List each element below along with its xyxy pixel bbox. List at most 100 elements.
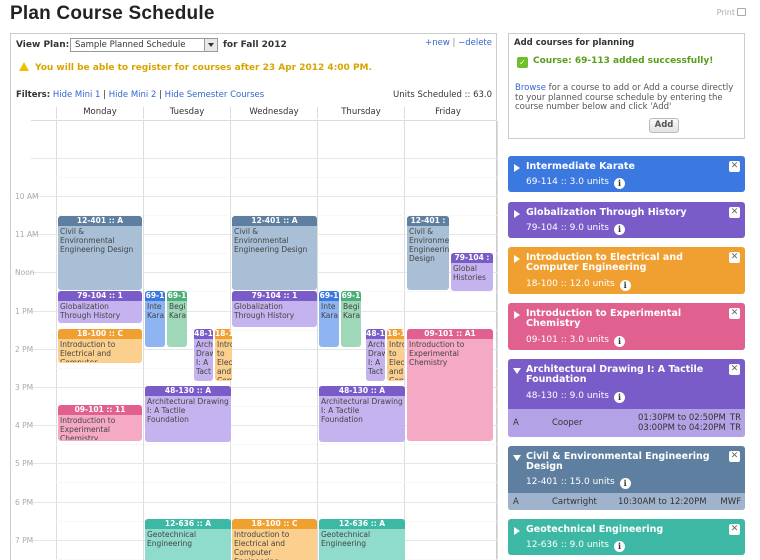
event-course-title: Inte Kara <box>321 302 339 320</box>
close-icon[interactable]: ✕ <box>729 207 740 218</box>
print-link[interactable]: Print <box>717 8 746 17</box>
close-icon[interactable]: ✕ <box>729 524 740 535</box>
course-card-79-104[interactable]: Globalization Through History 79-104 :: … <box>508 202 745 238</box>
add-button[interactable]: Add <box>649 118 679 133</box>
course-card-69-114[interactable]: Intermediate Karate 69-114 :: 3.0 units i… <box>508 156 745 192</box>
calendar-event[interactable]: 69-1 Inte Kara <box>319 291 339 347</box>
browse-link[interactable]: Browse <box>515 83 546 93</box>
close-icon[interactable]: ✕ <box>729 451 740 462</box>
calendar-event[interactable]: 18-100 :: C Introduction to Electrical an… <box>58 329 142 363</box>
hour-line <box>31 196 497 197</box>
filter-hide-mini2[interactable]: Hide Mini 2 <box>109 90 157 100</box>
calendar-event[interactable]: 69-1 Begi Kara <box>167 291 187 347</box>
hour-label: 6 PM <box>15 498 34 507</box>
calendar-event[interactable]: 79-104 : Global Histories <box>451 253 493 291</box>
course-card-48-130[interactable]: Architectural Drawing I: A Tactile Found… <box>508 359 745 437</box>
expand-icon[interactable] <box>514 527 520 535</box>
expand-icon[interactable] <box>514 255 520 263</box>
new-plan-link[interactable]: +new <box>425 38 450 48</box>
collapse-icon[interactable] <box>513 368 521 374</box>
collapse-icon[interactable] <box>513 455 521 461</box>
filter-hide-semester[interactable]: Hide Semester Courses <box>165 90 265 100</box>
info-icon[interactable]: i <box>619 478 631 489</box>
calendar-event[interactable]: 18-1Intro to Elec and Com <box>215 329 232 381</box>
calendar-event[interactable]: 48-1 Arch Draw I: A Tact <box>194 329 213 381</box>
calendar-event[interactable]: 79-104 :: 1 Globalization Through History <box>58 291 142 323</box>
delete-plan-link[interactable]: −delete <box>458 38 492 48</box>
course-card-12-636[interactable]: Geotechnical Engineering 12-636 :: 9.0 u… <box>508 519 745 555</box>
section-letter: A <box>513 418 519 428</box>
schedule-panel: View Plan: Sample Planned Schedule for F… <box>10 33 498 560</box>
calendar-event[interactable]: 48-130 :: A Architectural Drawing I: A Ta… <box>319 386 405 442</box>
expand-icon[interactable] <box>514 311 520 319</box>
print-label[interactable]: Print <box>717 8 735 17</box>
close-icon[interactable]: ✕ <box>729 308 740 319</box>
info-icon[interactable]: i <box>613 224 625 235</box>
course-units: 79-104 :: 9.0 units <box>526 223 609 233</box>
event-section-code: 09-101 :: 11 <box>58 405 142 415</box>
event-course-title: Intro to Elec and Com <box>389 340 404 380</box>
info-icon[interactable]: i <box>613 178 625 189</box>
calendar-event[interactable]: 12-401 :: A Civil & Environmental Enginee… <box>232 216 317 290</box>
view-plan-label: View Plan: <box>16 40 70 50</box>
event-course-title: Globalization Through History <box>60 302 121 320</box>
event-section-code: 79-104 :: 1 <box>58 291 142 301</box>
calendar-event[interactable]: 09-101 :: 11 Introduction to Experimental… <box>58 405 142 441</box>
registration-warning: You will be able to register for courses… <box>19 62 372 73</box>
event-section-code: 18-100 :: C <box>232 519 317 529</box>
calendar-event[interactable]: 12-401 :: A Civil & Environmental Enginee… <box>58 216 142 290</box>
event-section-code: 48-1 <box>366 329 385 339</box>
check-icon: ✓ <box>517 57 528 68</box>
day-column-line <box>497 121 498 560</box>
day-header-friday: Friday <box>404 107 491 119</box>
calendar-event[interactable]: 12-401 :Civil & Environmental Engineerin… <box>407 216 449 290</box>
calendar-event[interactable]: 48-130 :: A Architectural Drawing I: A Ta… <box>145 386 231 442</box>
event-section-code: 12-401 :: A <box>232 216 317 226</box>
calendar-event[interactable]: 69-1 Begi Kara <box>341 291 361 347</box>
close-icon[interactable]: ✕ <box>729 161 740 172</box>
course-title: Geotechnical Engineering <box>526 524 664 535</box>
calendar-event[interactable]: 09-101 :: A1 Introduction to Experimental… <box>407 329 493 441</box>
course-info: 12-401 :: 15.0 units i <box>526 477 631 489</box>
calendar-event[interactable]: 12-636 :: A Geotechnical Engineering <box>319 519 405 560</box>
event-course-title: Introduction to Electrical and Computer <box>60 340 116 362</box>
course-info: 12-636 :: 9.0 units i <box>526 540 625 552</box>
event-course-title: Civil & Environmental Engineering Design <box>409 227 449 263</box>
event-course-title: Inte Kara <box>147 302 165 320</box>
add-courses-box: Add courses for planning ✓ Course: 69-113… <box>508 33 745 139</box>
course-card-12-401[interactable]: Civil & Environmental Engineering Design… <box>508 446 745 510</box>
filters-bar: Filters: Hide Mini 1 | Hide Mini 2 | Hid… <box>16 90 265 100</box>
event-section-code: 18-1 <box>387 329 404 339</box>
course-card-18-100[interactable]: Introduction to Electrical and Computer … <box>508 247 745 294</box>
course-title: Introduction to Experimental Chemistry <box>526 308 682 329</box>
expand-icon[interactable] <box>514 164 520 172</box>
printer-icon[interactable] <box>737 8 746 16</box>
plan-select[interactable]: Sample Planned Schedule <box>70 38 218 52</box>
calendar-event[interactable]: 12-636 :: A Geotechnical Engineering <box>145 519 231 560</box>
event-course-title: Arch Draw I: A Tact <box>368 340 385 376</box>
course-title: Architectural Drawing I: A Tactile Found… <box>526 364 704 385</box>
close-icon[interactable]: ✕ <box>729 364 740 375</box>
info-icon[interactable]: i <box>619 280 631 291</box>
event-course-title: Global Histories <box>453 264 486 282</box>
section-row[interactable]: A Cartwright 10:30AM to 12:20PM MWF <box>508 493 745 510</box>
info-icon[interactable]: i <box>613 541 625 552</box>
filter-hide-mini1[interactable]: Hide Mini 1 <box>53 90 101 100</box>
add-courses-title: Add courses for planning <box>514 38 635 48</box>
calendar-event[interactable]: 48-1 Arch Draw I: A Tact <box>366 329 385 381</box>
section-row[interactable]: A Cooper 01:30PM to 02:50PM 03:00PM to 0… <box>508 409 745 437</box>
expand-icon[interactable] <box>514 210 520 218</box>
close-icon[interactable]: ✕ <box>729 252 740 263</box>
course-title: Civil & Environmental Engineering Design <box>526 451 710 472</box>
event-section-code: 12-636 :: A <box>319 519 405 529</box>
info-icon[interactable]: i <box>613 392 625 403</box>
course-card-09-101[interactable]: Introduction to Experimental Chemistry 0… <box>508 303 745 350</box>
calendar-event[interactable]: 69-1 Inte Kara <box>145 291 165 347</box>
calendar-event[interactable]: 18-1Intro to Elec and Com <box>387 329 404 381</box>
calendar-event[interactable]: 79-104 :: 1 Globalization Through History <box>232 291 317 327</box>
course-info: 09-101 :: 3.0 units i <box>526 335 625 347</box>
info-icon[interactable]: i <box>613 336 625 347</box>
calendar-event[interactable]: 18-100 :: C Introduction to Electrical an… <box>232 519 317 560</box>
chevron-down-icon[interactable] <box>204 39 217 51</box>
course-info: 18-100 :: 12.0 units i <box>526 279 631 291</box>
